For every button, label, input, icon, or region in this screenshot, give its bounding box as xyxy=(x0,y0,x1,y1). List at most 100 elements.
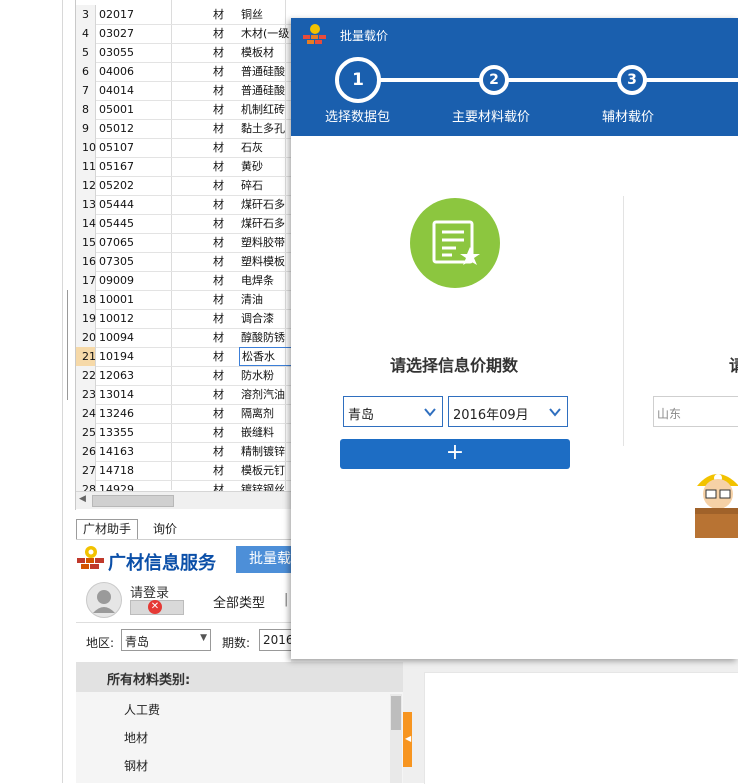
city-select[interactable]: 青岛 xyxy=(343,396,443,427)
material-name: 塑料胶带 xyxy=(241,236,285,249)
left-margin-panel xyxy=(0,0,63,783)
material-name: 普通硅酸 xyxy=(241,84,285,97)
table-row[interactable]: 14 05445 材 煤矸石多 xyxy=(76,214,296,234)
offline-icon: ✕ xyxy=(148,600,162,614)
material-type: 材 xyxy=(213,122,224,135)
row-number: 7 xyxy=(76,81,96,100)
right-section-heading: 请 xyxy=(729,356,738,375)
grid-horizontal-scrollbar[interactable]: ◀ xyxy=(76,491,294,509)
material-type: 材 xyxy=(213,46,224,59)
region-value: 青岛 xyxy=(125,635,150,649)
step-3-label: 辅材载价 xyxy=(602,110,655,125)
table-row[interactable]: 23 13014 材 溶剂汽油 xyxy=(76,385,296,405)
tab-inquiry[interactable]: 询价 xyxy=(146,519,184,540)
material-type: 材 xyxy=(213,312,224,325)
category-item[interactable]: 人工费 xyxy=(124,701,160,718)
material-code: 14163 xyxy=(99,445,134,458)
scrollbar-thumb[interactable] xyxy=(391,696,401,730)
material-name: 溶剂汽油 xyxy=(241,388,285,401)
table-row[interactable]: 25 13355 材 嵌缝料 xyxy=(76,423,296,443)
category-scrollbar[interactable] xyxy=(390,694,402,783)
table-row[interactable]: 26 14163 材 精制镀锌 xyxy=(76,442,296,462)
material-name: 铜丝 xyxy=(241,8,263,21)
gc-service-title: 广材信息服务 xyxy=(108,553,216,574)
material-code: 13014 xyxy=(99,388,134,401)
row-number: 27 xyxy=(76,461,96,480)
table-row[interactable]: 11 05167 材 黄砂 xyxy=(76,157,296,177)
material-name: 模板材 xyxy=(241,46,274,59)
table-row[interactable]: 4 03027 材 木材(一级 xyxy=(76,24,296,44)
period-label: 期数: xyxy=(222,636,251,650)
table-row[interactable]: 12 05202 材 碎石 xyxy=(76,176,296,196)
mascot-icon xyxy=(695,474,738,538)
material-code: 07305 xyxy=(99,255,134,268)
material-type: 材 xyxy=(213,198,224,211)
material-name: 塑料模板 xyxy=(241,255,285,268)
tab-gc-assistant[interactable]: 广材助手 xyxy=(76,519,139,539)
period-dropdown[interactable]: 2016年09月 xyxy=(448,396,568,427)
table-row[interactable]: 10 05107 材 石灰 xyxy=(76,138,296,158)
table-row[interactable]: 7 04014 材 普通硅酸 xyxy=(76,81,296,101)
category-item[interactable]: 钢材 xyxy=(124,757,148,774)
panel-splitter[interactable]: ◀ xyxy=(403,712,412,767)
table-row[interactable]: 3 02017 材 铜丝 xyxy=(76,5,296,25)
row-number: 21 xyxy=(76,347,96,366)
table-row[interactable]: 8 05001 材 机制红砖 xyxy=(76,100,296,120)
collapse-left-icon: ◀ xyxy=(405,734,412,743)
material-code: 12063 xyxy=(99,369,134,382)
material-code: 10001 xyxy=(99,293,134,306)
material-name: 隔离剂 xyxy=(241,407,274,420)
table-row[interactable]: 13 05444 材 煤矸石多 xyxy=(76,195,296,215)
table-row[interactable]: 19 10012 材 调合漆 xyxy=(76,309,296,329)
material-name: 电焊条 xyxy=(241,274,274,287)
table-row[interactable]: 21 10194 材 松香水 xyxy=(76,347,296,367)
province-select[interactable]: 山东 xyxy=(653,396,738,427)
row-number: 4 xyxy=(76,24,96,43)
category-item[interactable]: 地材 xyxy=(124,729,148,746)
material-type: 材 xyxy=(213,65,224,78)
material-type: 材 xyxy=(213,217,224,230)
scroll-left-icon[interactable]: ◀ xyxy=(79,494,86,504)
scrollbar-thumb[interactable] xyxy=(92,495,174,507)
table-row[interactable]: 15 07065 材 塑料胶带 xyxy=(76,233,296,253)
table-row[interactable]: 18 10001 材 清油 xyxy=(76,290,296,310)
table-row[interactable]: 24 13246 材 隔离剂 xyxy=(76,404,296,424)
all-types-filter[interactable]: 全部类型 xyxy=(213,592,265,611)
add-period-button[interactable]: + xyxy=(340,439,570,469)
row-number: 25 xyxy=(76,423,96,442)
batch-load-price-button[interactable]: 批量载 xyxy=(236,546,296,573)
chevron-down-icon xyxy=(549,408,561,417)
batch-price-dialog: 批量载价 1 2 3 选择数据包 主要材料载价 辅材载价 请选择信息价期数 青岛… xyxy=(291,18,738,659)
table-row[interactable]: 20 10094 材 醇酸防锈 xyxy=(76,328,296,348)
table-row[interactable]: 27 14718 材 模板元钉 xyxy=(76,461,296,481)
material-name: 精制镀锌 xyxy=(241,445,285,458)
material-type: 材 xyxy=(213,141,224,154)
table-row[interactable]: 16 07305 材 塑料模板 xyxy=(76,252,296,272)
table-row[interactable]: 5 03055 材 模板材 xyxy=(76,43,296,63)
price-results-panel xyxy=(424,672,738,784)
avatar[interactable] xyxy=(86,582,122,618)
category-header: 所有材料类别: xyxy=(76,662,403,692)
material-code: 05444 xyxy=(99,198,134,211)
material-name: 黏土多孔 xyxy=(241,122,285,135)
material-name: 煤矸石多 xyxy=(241,217,285,230)
material-code: 07065 xyxy=(99,236,134,249)
table-row[interactable]: 22 12063 材 防水粉 xyxy=(76,366,296,386)
material-type: 材 xyxy=(213,274,224,287)
region-label: 地区: xyxy=(86,636,115,650)
material-type: 材 xyxy=(213,388,224,401)
region-select[interactable]: 青岛 ▼ xyxy=(121,629,211,651)
material-code: 05167 xyxy=(99,160,134,173)
row-number: 22 xyxy=(76,366,96,385)
material-name: 煤矸石多 xyxy=(241,198,285,211)
table-row[interactable]: 17 09009 材 电焊条 xyxy=(76,271,296,291)
row-number: 12 xyxy=(76,176,96,195)
row-number: 8 xyxy=(76,100,96,119)
material-code: 13355 xyxy=(99,426,134,439)
material-name: 清油 xyxy=(241,293,263,306)
login-link[interactable]: 请登录 xyxy=(130,582,169,601)
material-name[interactable]: 松香水 xyxy=(239,347,295,366)
table-row[interactable]: 9 05012 材 黏土多孔 xyxy=(76,119,296,139)
table-row[interactable]: 6 04006 材 普通硅酸 xyxy=(76,62,296,82)
city-value: 青岛 xyxy=(348,408,375,423)
